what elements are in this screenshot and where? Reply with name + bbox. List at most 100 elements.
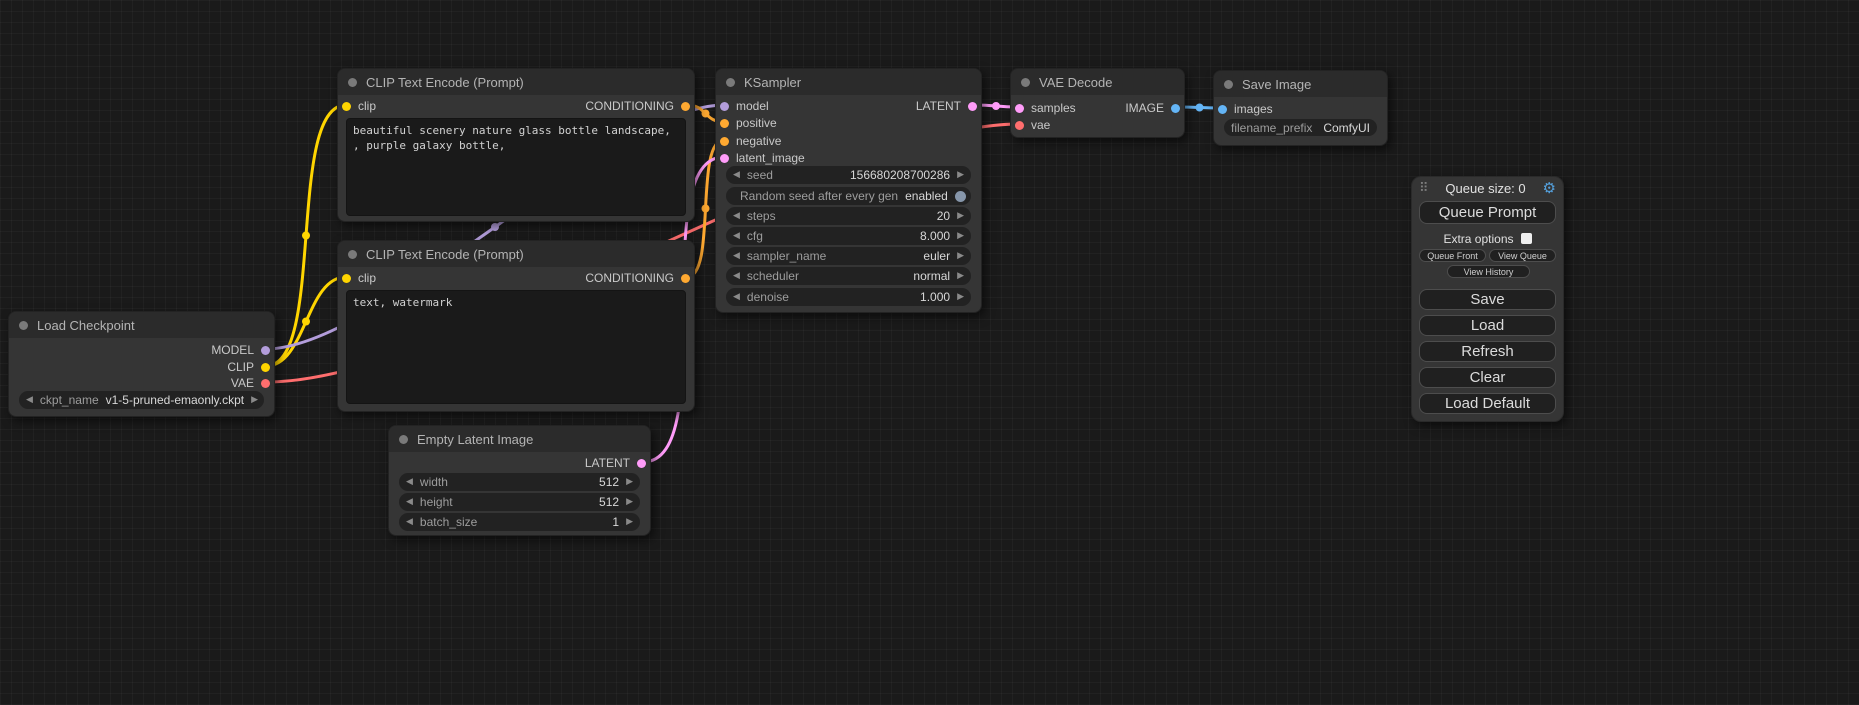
widget-cfg[interactable]: ◀ cfg 8.000 ▶ — [726, 227, 971, 245]
input-port-model[interactable] — [720, 102, 729, 111]
collapse-dot-icon[interactable] — [1224, 80, 1233, 89]
increment-arrow-icon[interactable]: ▶ — [626, 518, 633, 527]
settings-gear-icon[interactable]: ⚙ — [1543, 179, 1556, 197]
node-clip-text-encode-negative[interactable]: CLIP Text Encode (Prompt) clip CONDITION… — [337, 240, 695, 412]
output-port-model[interactable] — [261, 346, 270, 355]
widget-value: enabled — [905, 189, 948, 203]
node-title-bar[interactable]: CLIP Text Encode (Prompt) — [338, 69, 694, 95]
node-empty-latent-image[interactable]: Empty Latent Image LATENT ◀ width 512 ▶ … — [388, 425, 651, 536]
widget-batch-size[interactable]: ◀ batch_size 1 ▶ — [399, 513, 640, 531]
link-midpoint-dot — [702, 110, 710, 118]
decrement-arrow-icon[interactable]: ◀ — [26, 396, 33, 405]
load-button[interactable]: Load — [1419, 315, 1556, 336]
node-save-image[interactable]: Save Image images filename_prefix ComfyU… — [1213, 70, 1388, 146]
increment-arrow-icon[interactable]: ▶ — [251, 396, 258, 405]
increment-arrow-icon[interactable]: ▶ — [626, 478, 633, 487]
widget-seed[interactable]: ◀ seed 156680208700286 ▶ — [726, 166, 971, 184]
refresh-button[interactable]: Refresh — [1419, 341, 1556, 362]
widget-label: cfg — [747, 229, 763, 243]
input-port-latent-image[interactable] — [720, 154, 729, 163]
view-history-button[interactable]: View History — [1447, 265, 1530, 278]
node-title-bar[interactable]: KSampler — [716, 69, 981, 95]
output-port-latent[interactable] — [968, 102, 977, 111]
clear-button[interactable]: Clear — [1419, 367, 1556, 388]
increment-arrow-icon[interactable]: ▶ — [626, 498, 633, 507]
increment-arrow-icon[interactable]: ▶ — [957, 171, 964, 180]
node-vae-decode[interactable]: VAE Decode samples vae IMAGE — [1010, 68, 1185, 138]
view-queue-button[interactable]: View Queue — [1489, 249, 1556, 262]
input-port-samples[interactable] — [1015, 104, 1024, 113]
decrement-arrow-icon[interactable]: ◀ — [406, 518, 413, 527]
decrement-arrow-icon[interactable]: ◀ — [406, 478, 413, 487]
input-port-vae[interactable] — [1015, 121, 1024, 130]
increment-arrow-icon[interactable]: ▶ — [957, 293, 964, 302]
collapse-dot-icon[interactable] — [348, 78, 357, 87]
slot-label: LATENT — [916, 99, 961, 113]
widget-value: ComfyUI — [1323, 121, 1370, 135]
decrement-arrow-icon[interactable]: ◀ — [733, 212, 740, 221]
link-midpoint-dot — [1196, 104, 1204, 112]
drag-handle-icon[interactable]: ⠿ — [1419, 181, 1429, 196]
load-default-button[interactable]: Load Default — [1419, 393, 1556, 414]
collapse-dot-icon[interactable] — [19, 321, 28, 330]
output-port-conditioning[interactable] — [681, 102, 690, 111]
widget-random-seed-toggle[interactable]: Random seed after every gen enabled — [726, 187, 971, 205]
output-port-clip[interactable] — [261, 363, 270, 372]
node-title-bar[interactable]: Empty Latent Image — [389, 426, 650, 452]
increment-arrow-icon[interactable]: ▶ — [957, 252, 964, 261]
input-port-positive[interactable] — [720, 119, 729, 128]
widget-sampler-name[interactable]: ◀ sampler_name euler ▶ — [726, 247, 971, 265]
graph-canvas[interactable]: Load Checkpoint MODEL CLIP VAE ◀ ckpt_na… — [0, 0, 1859, 705]
widget-width[interactable]: ◀ width 512 ▶ — [399, 473, 640, 491]
queue-front-button[interactable]: Queue Front — [1419, 249, 1486, 262]
increment-arrow-icon[interactable]: ▶ — [957, 232, 964, 241]
toggle-knob-icon[interactable] — [955, 191, 966, 202]
node-title-bar[interactable]: CLIP Text Encode (Prompt) — [338, 241, 694, 267]
node-title-bar[interactable]: VAE Decode — [1011, 69, 1184, 95]
node-load-checkpoint[interactable]: Load Checkpoint MODEL CLIP VAE ◀ ckpt_na… — [8, 311, 275, 417]
positive-prompt-textarea[interactable]: beautiful scenery nature glass bottle la… — [346, 118, 686, 216]
widget-denoise[interactable]: ◀ denoise 1.000 ▶ — [726, 288, 971, 306]
extra-options-checkbox[interactable] — [1521, 233, 1532, 244]
widget-steps[interactable]: ◀ steps 20 ▶ — [726, 207, 971, 225]
output-port-vae[interactable] — [261, 379, 270, 388]
decrement-arrow-icon[interactable]: ◀ — [733, 272, 740, 281]
output-port-conditioning[interactable] — [681, 274, 690, 283]
collapse-dot-icon[interactable] — [726, 78, 735, 87]
increment-arrow-icon[interactable]: ▶ — [957, 212, 964, 221]
collapse-dot-icon[interactable] — [348, 250, 357, 259]
collapse-dot-icon[interactable] — [1021, 78, 1030, 87]
extra-options-row: Extra options — [1412, 231, 1563, 246]
input-port-images[interactable] — [1218, 105, 1227, 114]
save-button[interactable]: Save — [1419, 289, 1556, 310]
node-ksampler[interactable]: KSampler model positive negative latent_… — [715, 68, 982, 313]
negative-prompt-textarea[interactable]: text, watermark — [346, 290, 686, 404]
decrement-arrow-icon[interactable]: ◀ — [733, 293, 740, 302]
widget-ckpt-name[interactable]: ◀ ckpt_name v1-5-pruned-emaonly.ckpt ▶ — [19, 391, 264, 409]
output-port-latent[interactable] — [637, 459, 646, 468]
node-title: KSampler — [744, 75, 801, 90]
increment-arrow-icon[interactable]: ▶ — [957, 272, 964, 281]
slot-label: latent_image — [736, 151, 805, 165]
output-port-image[interactable] — [1171, 104, 1180, 113]
node-clip-text-encode-positive[interactable]: CLIP Text Encode (Prompt) clip CONDITION… — [337, 68, 695, 222]
collapse-dot-icon[interactable] — [399, 435, 408, 444]
input-port-clip[interactable] — [342, 102, 351, 111]
widget-scheduler[interactable]: ◀ scheduler normal ▶ — [726, 267, 971, 285]
node-title-bar[interactable]: Save Image — [1214, 71, 1387, 97]
node-title-bar[interactable]: Load Checkpoint — [9, 312, 274, 338]
decrement-arrow-icon[interactable]: ◀ — [733, 252, 740, 261]
decrement-arrow-icon[interactable]: ◀ — [733, 171, 740, 180]
queue-prompt-button[interactable]: Queue Prompt — [1419, 201, 1556, 224]
output-slot-latent: LATENT — [585, 455, 646, 471]
slot-label: CLIP — [227, 360, 254, 374]
input-slot-positive: positive — [720, 115, 777, 131]
widget-height[interactable]: ◀ height 512 ▶ — [399, 493, 640, 511]
input-port-negative[interactable] — [720, 137, 729, 146]
output-slot-conditioning: CONDITIONING — [585, 270, 690, 286]
decrement-arrow-icon[interactable]: ◀ — [406, 498, 413, 507]
widget-filename-prefix[interactable]: filename_prefix ComfyUI — [1224, 119, 1377, 136]
slot-label: vae — [1031, 118, 1050, 132]
decrement-arrow-icon[interactable]: ◀ — [733, 232, 740, 241]
input-port-clip[interactable] — [342, 274, 351, 283]
